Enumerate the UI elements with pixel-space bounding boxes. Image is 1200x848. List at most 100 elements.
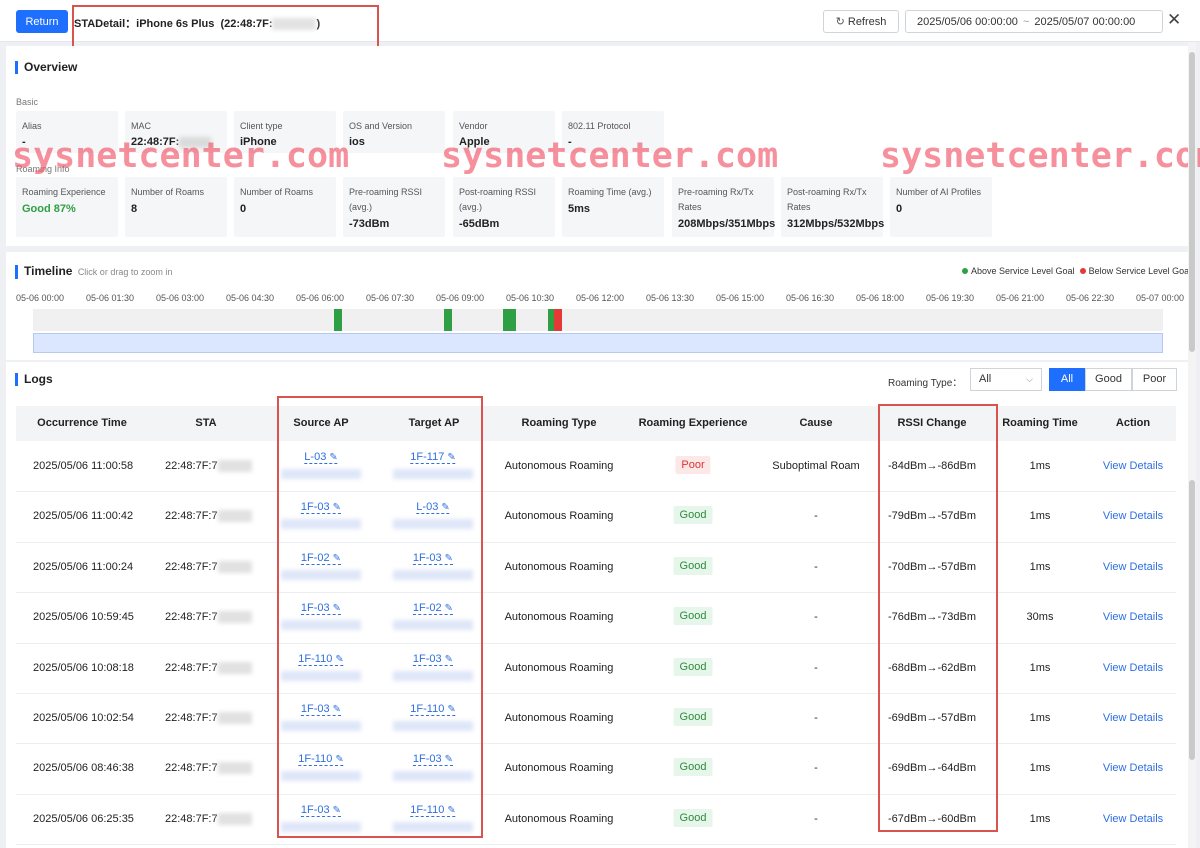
row-divider [16, 844, 1176, 845]
cause: - [814, 560, 818, 573]
view-details-link[interactable]: View Details [1103, 813, 1163, 825]
roaming-time: 1ms [1029, 560, 1051, 573]
timeline-event-bar[interactable] [554, 309, 562, 331]
timeline-hint: Click or drag to zoom in [77, 267, 173, 277]
chevron-down-icon: ⌵ [1026, 374, 1033, 384]
experience-badge: Good [673, 708, 713, 726]
basic-card-value: ios [349, 136, 365, 148]
roaming-card: Post-roaming RSSI (avg.) -65dBm [453, 177, 555, 237]
experience-badge: Good [673, 808, 713, 827]
timeline-tick-label: 05-06 03:00 [156, 293, 205, 303]
roaming-card: Number of Roams 0 [234, 177, 336, 237]
logs-title: Logs [15, 373, 53, 386]
close-icon[interactable]: ✕ [1167, 11, 1181, 29]
experience-badge: Good [673, 506, 713, 525]
redacted-mac [217, 812, 252, 825]
timeline-tick-label: 05-06 09:00 [436, 293, 485, 303]
roaming-card-label: Number of Roams [240, 187, 314, 197]
roaming-card: Number of AI Profiles 0 [890, 177, 992, 237]
sta-mac: 22:48:7F:7 [165, 510, 252, 523]
column-header: STA [195, 417, 217, 429]
timeline-tick-label: 05-06 07:30 [366, 293, 415, 303]
roaming-type: Autonomous Roaming [504, 762, 614, 775]
roaming-card-label: Post-roaming Rx/Tx Rates [787, 187, 867, 212]
date-from: 2025/05/06 00:00:00 [917, 15, 1018, 28]
sta-mac-text: 22:48:7F:7 [165, 611, 218, 624]
sta-mac: 22:48:7F:7 [165, 762, 252, 775]
filter-poor[interactable]: Poor [1132, 368, 1177, 391]
view-details-link[interactable]: View Details [1103, 510, 1163, 522]
row-divider [16, 794, 1176, 795]
basic-card-label: OS and Version [349, 121, 413, 131]
row-divider [16, 643, 1176, 644]
timeline-title: Timeline Click or drag to zoom in [15, 265, 172, 279]
basic-card: OS and Version ios [343, 111, 445, 153]
roaming-card-value: Good 87% [22, 203, 76, 215]
view-details-link[interactable]: View Details [1103, 460, 1163, 472]
basic-card-label: MAC [131, 121, 151, 131]
row-divider [16, 542, 1176, 543]
legend-above-label: Above Service Level Goal [971, 266, 1075, 276]
timeline-tick-label: 05-06 18:00 [856, 293, 905, 303]
scrollbar-thumb-lower[interactable] [1189, 480, 1195, 760]
view-details-link[interactable]: View Details [1103, 662, 1163, 674]
basic-card-value-text: ios [349, 136, 365, 148]
occurrence-time: 2025/05/06 11:00:42 [33, 510, 134, 523]
overview-title: Overview [15, 61, 77, 74]
watermark: sysnetcenter.com [880, 136, 1200, 176]
timeline-event-bar[interactable] [334, 309, 342, 331]
view-details-link[interactable]: View Details [1103, 712, 1163, 724]
return-button[interactable]: Return [16, 10, 68, 33]
roaming-time: 1ms [1029, 510, 1051, 523]
basic-card-label: 802.11 Protocol [568, 121, 631, 131]
watermark: sysnetcenter.com [441, 136, 779, 176]
sta-mac-text: 22:48:7F:7 [165, 560, 218, 573]
row-divider [16, 743, 1176, 744]
occurrence-time: 2025/05/06 06:25:35 [33, 812, 134, 825]
roaming-type: Autonomous Roaming [504, 661, 614, 674]
sta-mac: 22:48:7F:7 [165, 460, 252, 473]
sta-mac: 22:48:7F:7 [165, 561, 252, 573]
annotation-box-rssi [878, 404, 998, 832]
timeline-event-bar[interactable] [444, 309, 452, 331]
timeline-tick-label: 05-06 19:30 [926, 293, 975, 303]
legend-dot-above [962, 268, 968, 274]
roaming-type: Autonomous Roaming [504, 712, 614, 724]
sta-mac: 22:48:7F:7 [165, 712, 252, 725]
roaming-card-label: Number of Roams [131, 187, 205, 197]
timeline-event-bar[interactable] [508, 309, 516, 331]
timeline-brush[interactable] [33, 333, 1163, 353]
roaming-time: 30ms [1026, 611, 1054, 624]
cause: - [814, 611, 818, 624]
basic-label: Basic [16, 97, 39, 107]
timeline-track[interactable] [33, 309, 1163, 331]
annotation-box-ap [277, 396, 483, 838]
roaming-type-select[interactable]: All ⌵ [970, 368, 1042, 391]
date-range-picker[interactable]: 2025/05/06 00:00:00 ~ 2025/05/07 00:00:0… [905, 10, 1163, 33]
redacted-mac [217, 661, 252, 674]
cause: Suboptimal Roam [772, 460, 860, 472]
filter-good[interactable]: Good [1085, 368, 1132, 391]
view-details-link[interactable]: View Details [1103, 611, 1163, 623]
column-header: Roaming Time [1002, 417, 1078, 429]
occurrence-time: 2025/05/06 10:08:18 [33, 661, 134, 674]
column-header: Roaming Experience [638, 417, 748, 429]
legend-dot-below [1079, 268, 1086, 274]
occurrence-time: 2025/05/06 10:02:54 [33, 712, 134, 724]
roaming-type: Autonomous Roaming [504, 510, 614, 523]
column-header: Occurrence Time [37, 417, 127, 429]
refresh-button[interactable]: ↻ Refresh [823, 10, 899, 33]
cause: - [814, 510, 818, 523]
filter-all[interactable]: All [1049, 368, 1085, 391]
roaming-card: Roaming Experience Good 87% [16, 177, 118, 237]
sta-mac-text: 22:48:7F:7 [165, 812, 218, 825]
occurrence-time: 2025/05/06 08:46:38 [33, 762, 134, 775]
view-details-link[interactable]: View Details [1103, 561, 1163, 573]
roaming-card-value: 0 [896, 203, 903, 215]
roaming-card: Post-roaming Rx/Tx Rates 312Mbps/532Mbps [781, 177, 884, 237]
roaming-card-label: Number of AI Profiles [896, 187, 982, 197]
sta-mac: 22:48:7F:7 [165, 611, 252, 624]
view-details-link[interactable]: View Details [1103, 762, 1163, 774]
timeline-tick-label: 05-06 12:00 [576, 293, 625, 303]
scrollbar-thumb[interactable] [1189, 52, 1195, 352]
